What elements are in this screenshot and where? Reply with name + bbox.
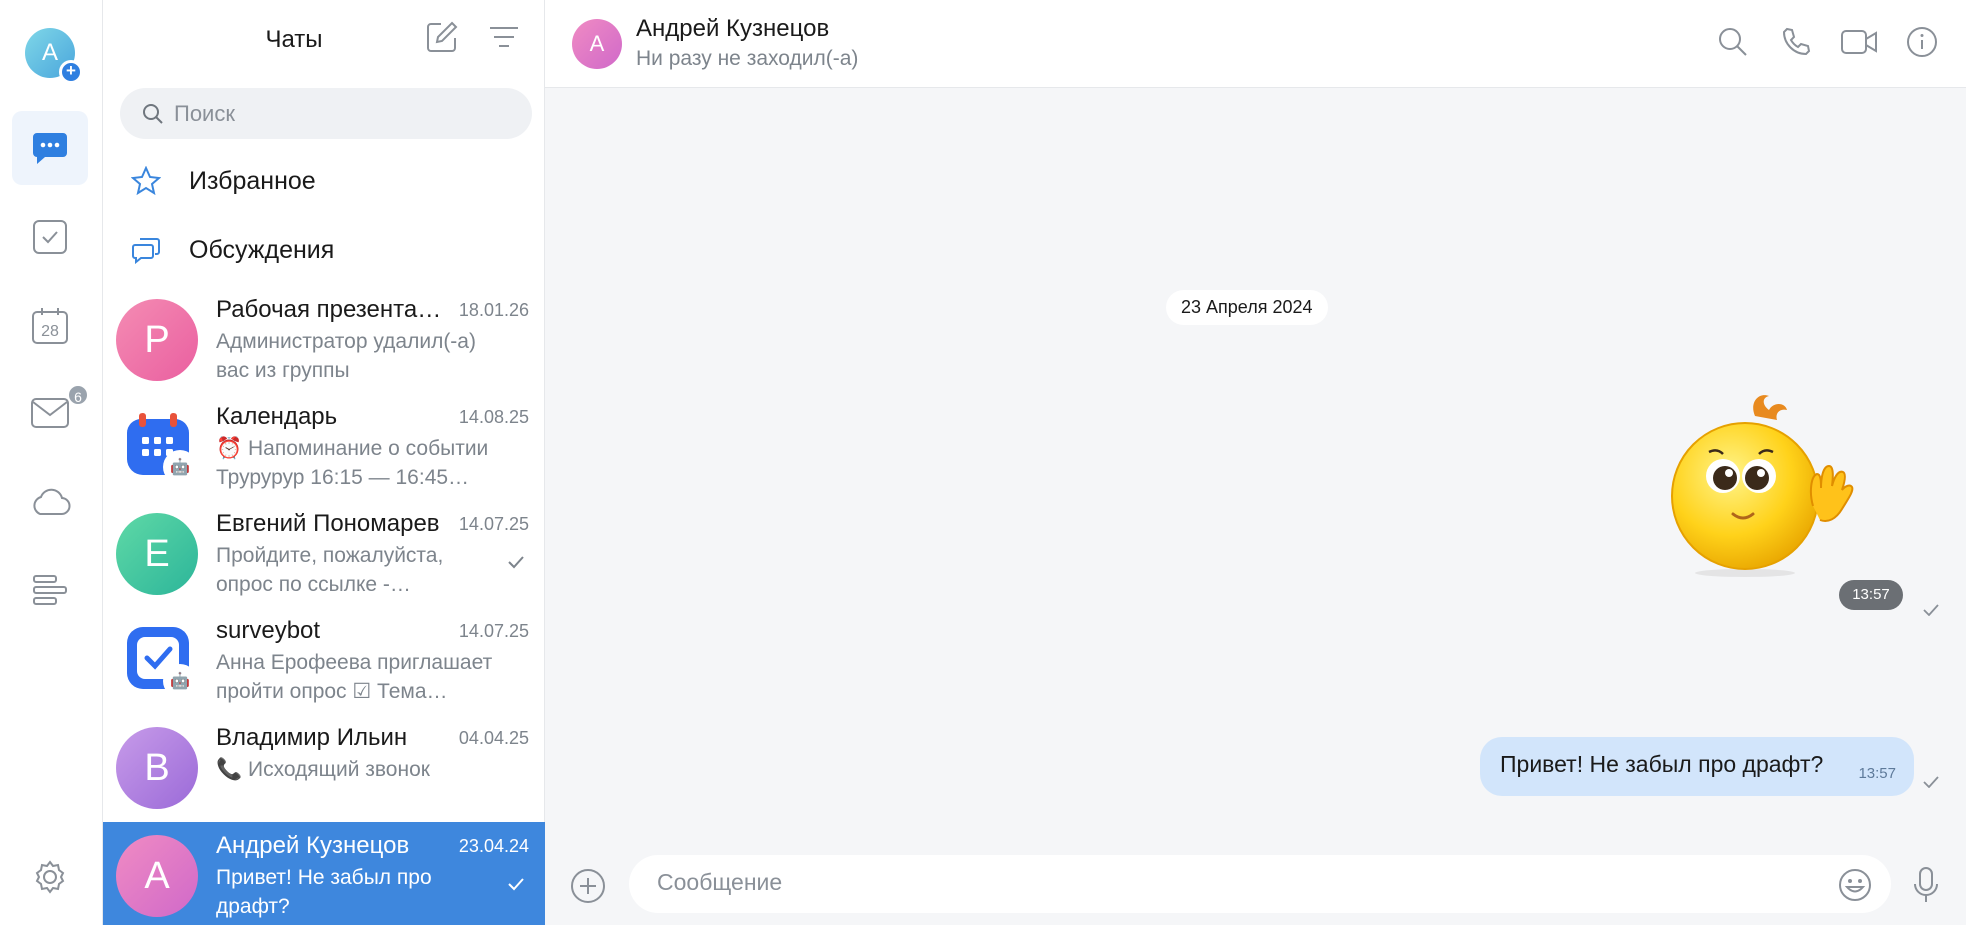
bot-icon: 🤖 [163, 450, 197, 484]
chat-preview: Анна Ерофеева приглашает пройти опрос ☑ … [216, 651, 493, 703]
avatar: Р [116, 299, 198, 381]
contact-avatar[interactable]: А [572, 19, 622, 69]
chat-row[interactable]: Р Рабочая презентация 18.01.26 Администр… [103, 286, 545, 393]
emoji-icon[interactable] [1837, 867, 1873, 903]
calendar-icon: 28 [32, 308, 68, 344]
outgoing-message-bubble[interactable]: Привет! Не забыл про драфт? 13:57 [1480, 737, 1914, 796]
discussions-label: Обсуждения [189, 235, 335, 264]
rail-settings-button[interactable] [12, 840, 88, 914]
chat-name: Рабочая презентация [216, 296, 446, 323]
search-input[interactable] [174, 100, 514, 127]
search-box[interactable] [120, 88, 532, 139]
svg-text:28: 28 [41, 323, 59, 340]
discussions-item[interactable]: Обсуждения [103, 220, 545, 280]
chat-list-title: Чаты [265, 26, 323, 53]
sent-check-icon [1923, 604, 1939, 616]
rail-cloud-button[interactable] [12, 465, 88, 539]
chat-name: Андрей Кузнецов [216, 832, 410, 859]
rail-more-button[interactable] [12, 553, 88, 627]
avatar: В [116, 727, 198, 809]
chat-date: 23.04.24 [458, 836, 529, 856]
sticker-time: 13:57 [1839, 580, 1903, 610]
chat-row[interactable]: Е Евгений Пономарев 14.07.25 Пройдите, п… [103, 500, 545, 607]
chat-row[interactable]: 🤖 surveybot 14.07.25 Анна Ерофеева пригл… [103, 607, 545, 714]
rail-calendar-button[interactable]: 28 [12, 289, 88, 363]
chat-name: Владимир Ильин [216, 724, 408, 751]
rail-tasks-button[interactable] [12, 200, 88, 274]
mail-unread-badge: 6 [67, 384, 89, 406]
chat-preview: Привет! Не забыл про драфт? [216, 866, 432, 918]
chat-preview: Администратор удалил(-а) вас из группы [216, 330, 476, 382]
chat-preview: ⏰ Напоминание о событии Трурурур 16:15 —… [216, 437, 489, 489]
app-rail: А + 28 6 [0, 0, 103, 925]
profile-avatar[interactable]: А + [25, 28, 83, 84]
conversation-panel: А Андрей Кузнецов Ни разу не заходил(-а)… [545, 0, 1966, 925]
video-call-icon[interactable] [1839, 22, 1879, 62]
cloud-icon [33, 488, 71, 515]
gear-icon [35, 860, 65, 894]
attach-plus-icon[interactable] [570, 868, 606, 904]
conversation-header: А Андрей Кузнецов Ни разу не заходил(-а) [545, 0, 1966, 88]
chat-row[interactable]: 🤖 Календарь 14.08.25 ⏰ Напоминание о соб… [103, 393, 545, 500]
rail-chats-button[interactable] [12, 111, 88, 185]
chat-row-selected[interactable]: А Андрей Кузнецов 23.04.24 Привет! Не за… [103, 822, 545, 925]
chat-date: 14.07.25 [458, 621, 529, 641]
chat-date: 14.07.25 [458, 514, 529, 534]
search-icon[interactable] [1713, 22, 1753, 62]
compose-icon[interactable] [425, 20, 459, 54]
discussions-icon [132, 238, 160, 264]
chat-date: 04.04.25 [458, 728, 529, 748]
favorites-label: Избранное [189, 166, 316, 195]
chat-bubble-icon [33, 133, 67, 164]
phone-icon[interactable] [1776, 22, 1816, 62]
read-check-icon [508, 556, 524, 569]
sent-check-icon [1923, 776, 1939, 788]
chat-preview: Пройдите, пожалуйста, опрос по ссылке -… [216, 544, 444, 596]
services-list-icon [33, 575, 67, 605]
task-check-icon [33, 220, 67, 254]
date-separator: 23 Апреля 2024 [1166, 290, 1328, 325]
chat-date: 18.01.26 [458, 300, 529, 320]
message-input[interactable] [657, 869, 1807, 896]
chat-date: 14.08.25 [458, 407, 529, 427]
chat-preview: 📞 Исходящий звонок [216, 758, 430, 781]
microphone-icon[interactable] [1910, 866, 1942, 904]
chat-name: Календарь [216, 403, 338, 430]
message-composer[interactable] [629, 855, 1891, 913]
chat-list-panel: Чаты Избранное Обсуждения Р Рабочая през… [103, 0, 545, 925]
star-icon [131, 166, 161, 196]
message-text: Привет! Не забыл про драфт? [1500, 751, 1824, 777]
rail-mail-button[interactable]: 6 [12, 376, 89, 450]
info-icon[interactable] [1902, 22, 1942, 62]
chat-row[interactable]: В Владимир Ильин 04.04.25 📞 Исходящий зв… [103, 714, 545, 821]
profile-avatar-letter: А [41, 39, 58, 66]
bot-icon: 🤖 [163, 664, 197, 698]
add-account-icon[interactable]: + [59, 60, 83, 84]
search-icon [143, 103, 163, 124]
avatar: Е [116, 513, 198, 595]
favorites-item[interactable]: Избранное [103, 151, 545, 211]
contact-name[interactable]: Андрей Кузнецов [636, 15, 829, 43]
message-time: 13:57 [1858, 765, 1896, 782]
chat-name: Евгений Пономарев [216, 510, 440, 537]
read-check-icon [508, 878, 524, 891]
mail-icon [31, 398, 69, 428]
avatar: А [116, 835, 198, 917]
contact-status: Ни разу не заходил(-а) [636, 47, 859, 70]
filter-icon[interactable] [487, 24, 521, 50]
chat-name: surveybot [216, 617, 321, 644]
waving-smiley-sticker[interactable] [1665, 388, 1865, 578]
